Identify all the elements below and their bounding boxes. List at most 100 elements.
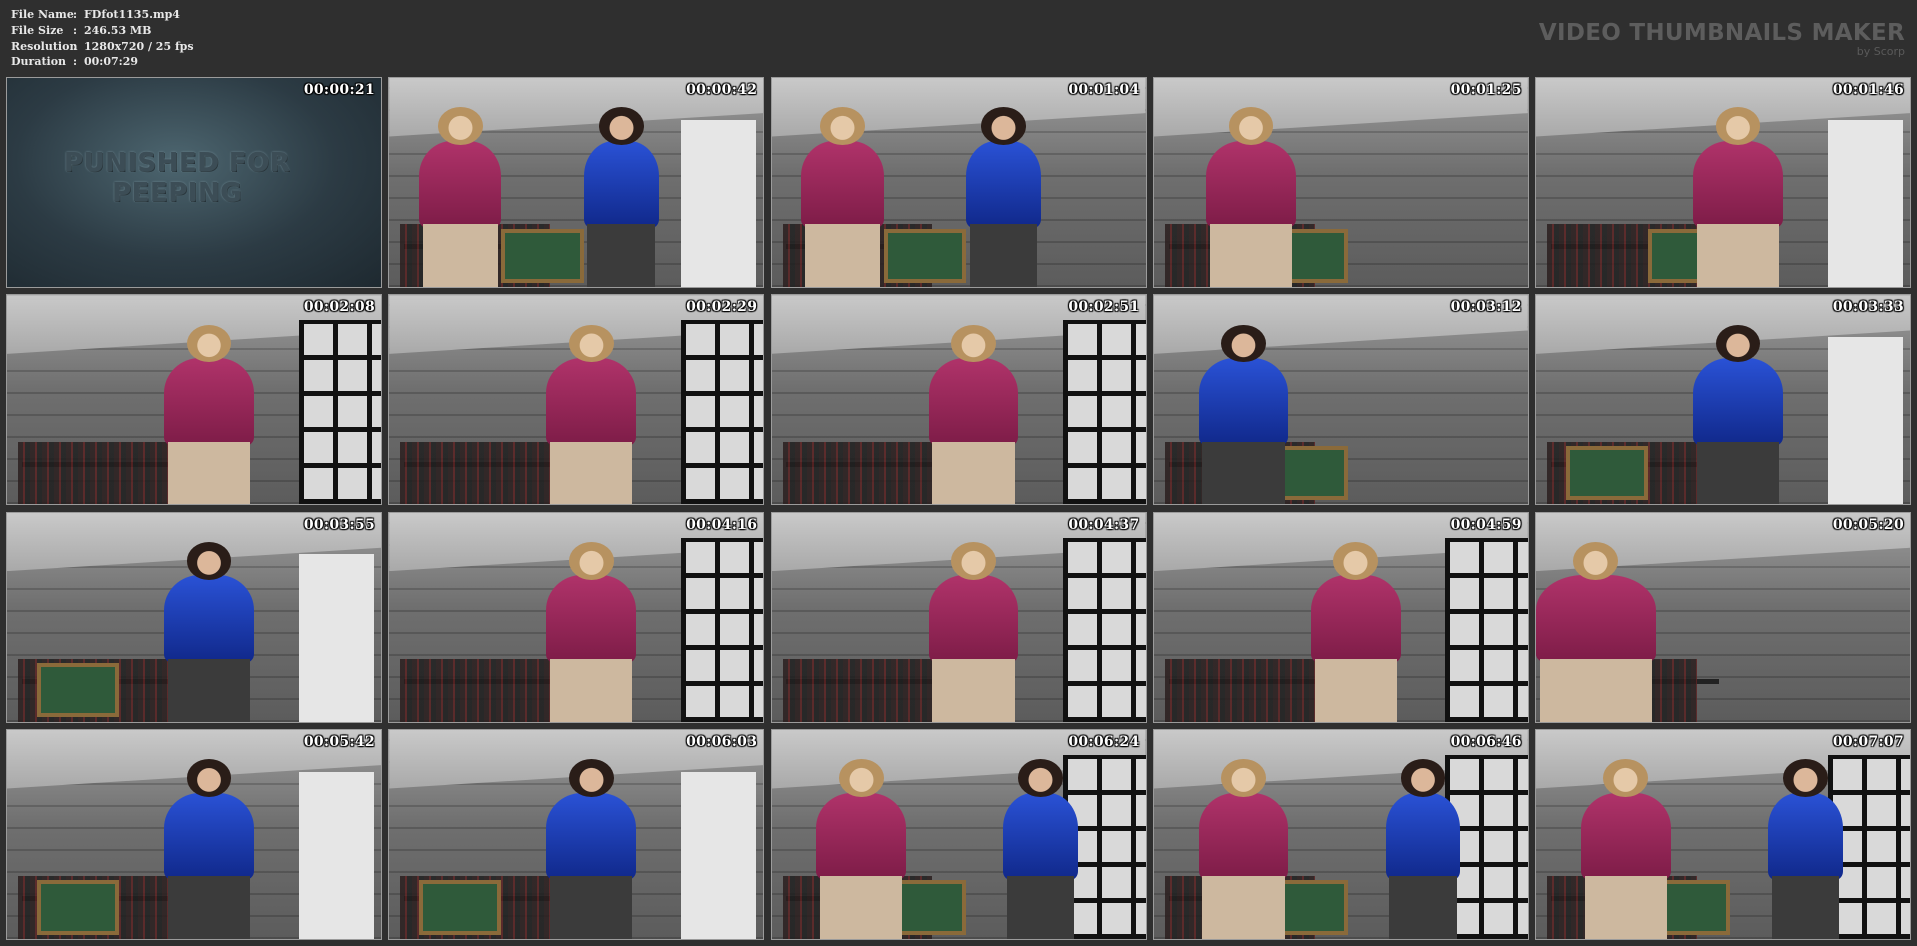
- frame-image: [1153, 512, 1528, 722]
- person-pink-blouse: [1206, 140, 1296, 229]
- window-frame: [680, 320, 764, 505]
- duration-label: Duration: [11, 55, 67, 69]
- video-thumbnail[interactable]: 00:02:51: [770, 294, 1147, 506]
- video-thumbnail[interactable]: 00:03:55: [6, 511, 382, 723]
- video-thumbnail[interactable]: 00:07:07: [1535, 728, 1911, 940]
- brand-subtitle: by Scorp: [1856, 45, 1905, 58]
- person-blue-skirt: [1007, 876, 1075, 939]
- person-pink-blouse: [928, 575, 1019, 664]
- person-pink-blouse: [546, 358, 637, 446]
- person-blue-skirt: [167, 876, 251, 939]
- person-pink-skirt: [1202, 876, 1285, 939]
- person-blue-blouse: [583, 140, 659, 229]
- person-blue-blouse: [164, 575, 254, 664]
- frame-image: [1536, 729, 1910, 939]
- resolution-label: Resolution: [11, 39, 78, 53]
- thumbnail-grid: PUNISHED FOR PEEPING 00:00:21 00:00:42 00:0…: [6, 77, 1911, 940]
- frame-image: [7, 512, 381, 722]
- person-pink-head: [838, 759, 884, 797]
- door: [1827, 119, 1903, 287]
- separator: :: [73, 23, 78, 37]
- timestamp-label: 00:01:25: [1450, 82, 1522, 98]
- video-thumbnail[interactable]: 00:05:20: [1535, 511, 1911, 723]
- person-blue-blouse: [1767, 792, 1843, 881]
- intro-title-text: PUNISHED FOR PEEPING: [63, 148, 291, 208]
- person-blue-head: [1400, 759, 1446, 797]
- timestamp-label: 00:03:12: [1450, 299, 1522, 316]
- person-pink-blouse: [1693, 140, 1783, 229]
- person-pink-skirt: [422, 224, 498, 287]
- person-pink-skirt: [1696, 224, 1780, 287]
- timestamp-label: 00:00:42: [686, 82, 758, 98]
- video-thumbnail[interactable]: PUNISHED FOR PEEPING 00:00:21: [6, 77, 382, 288]
- person-pink-skirt: [932, 658, 1015, 722]
- frame-image: [1153, 729, 1528, 939]
- video-thumbnail[interactable]: 00:03:33: [1535, 294, 1911, 506]
- person-pink-blouse: [164, 358, 254, 446]
- person-blue-blouse: [1693, 358, 1783, 446]
- person-pink-blouse: [1198, 792, 1289, 881]
- resolution-row: Resolution : 1280x720 / 25 fps: [11, 39, 194, 55]
- video-thumbnail[interactable]: 00:06:03: [388, 728, 765, 940]
- timestamp-label: 00:02:29: [686, 299, 758, 316]
- person-pink-skirt: [932, 441, 1015, 505]
- person-pink-head: [437, 107, 483, 145]
- frame-image: [389, 78, 764, 287]
- person-pink-blouse: [1536, 575, 1656, 664]
- video-thumbnail[interactable]: 00:04:37: [770, 511, 1147, 723]
- video-thumbnail[interactable]: 00:01:25: [1152, 77, 1529, 288]
- video-thumbnail[interactable]: 00:02:29: [388, 294, 765, 506]
- frame-image: [1536, 512, 1910, 722]
- person-pink-blouse: [1310, 575, 1401, 664]
- person-blue-head: [1221, 324, 1266, 363]
- frame-image: [389, 295, 764, 505]
- person-pink-head: [1228, 107, 1274, 145]
- brand-watermark: VIDEO THUMBNAILS MAKER by Scorp: [1539, 20, 1905, 58]
- person-pink-head: [1333, 541, 1379, 580]
- file-size-value: 246.53 MB: [84, 23, 152, 37]
- person-blue-skirt: [969, 224, 1038, 287]
- detention-board: [36, 880, 120, 935]
- person-blue-skirt: [587, 224, 655, 287]
- person-pink-skirt: [167, 441, 251, 505]
- video-thumbnail[interactable]: 00:04:16: [388, 511, 765, 723]
- video-thumbnail[interactable]: 00:00:42: [388, 77, 765, 288]
- frame-image: [389, 512, 764, 722]
- person-blue-blouse: [1385, 792, 1461, 881]
- frame-image: [771, 512, 1146, 722]
- video-thumbnail[interactable]: 00:03:12: [1152, 294, 1529, 506]
- person-blue-blouse: [1003, 792, 1079, 881]
- duration-row: Duration : 00:07:29: [11, 54, 194, 70]
- video-thumbnail[interactable]: 00:01:46: [1535, 77, 1911, 288]
- video-thumbnail[interactable]: 00:04:59: [1152, 511, 1529, 723]
- person-blue-skirt: [550, 876, 633, 939]
- person-pink-skirt: [550, 658, 633, 722]
- resolution-value: 1280x720 / 25 fps: [84, 39, 194, 53]
- video-thumbnail[interactable]: 00:02:08: [6, 294, 382, 506]
- video-thumbnail[interactable]: 00:01:04: [770, 77, 1147, 288]
- video-thumbnail[interactable]: 00:05:42: [6, 728, 382, 940]
- duration-value: 00:07:29: [84, 55, 139, 69]
- video-thumbnail[interactable]: 00:06:24: [770, 728, 1147, 940]
- separator: :: [73, 8, 78, 21]
- person-blue-skirt: [167, 658, 251, 722]
- file-name-label: File Name: [11, 8, 74, 21]
- timestamp-label: 00:04:16: [686, 516, 758, 533]
- frame-image: [1536, 78, 1910, 287]
- person-pink-blouse: [816, 792, 907, 881]
- timestamp-label: 00:04:59: [1450, 516, 1522, 533]
- person-blue-head: [1782, 759, 1828, 797]
- person-blue-skirt: [1696, 441, 1780, 505]
- window-frame: [1063, 537, 1146, 722]
- video-thumbnail[interactable]: 00:06:46: [1152, 728, 1529, 940]
- person-pink-blouse: [801, 140, 884, 229]
- frame-image: [7, 295, 381, 505]
- detention-board: [883, 228, 966, 283]
- timestamp-label: 00:02:08: [303, 299, 375, 316]
- info-header: File Name : FDfot1135.mp4 File Size : 24…: [0, 0, 1917, 76]
- implements: [782, 658, 933, 722]
- person-pink-skirt: [1209, 224, 1293, 287]
- frame-image: PUNISHED FOR PEEPING: [7, 78, 381, 287]
- door: [1827, 337, 1903, 505]
- person-pink-head: [1603, 759, 1649, 797]
